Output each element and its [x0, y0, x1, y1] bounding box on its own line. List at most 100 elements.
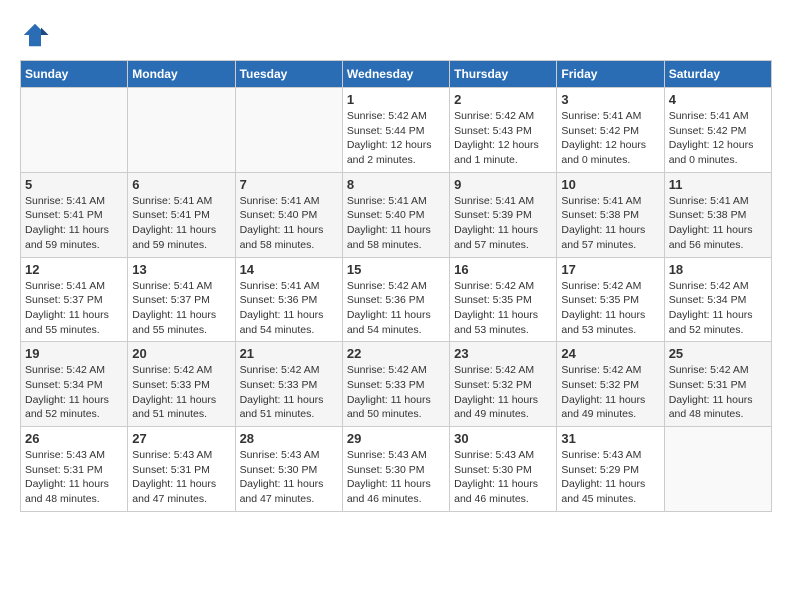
day-number: 24 — [561, 346, 659, 361]
day-number: 14 — [240, 262, 338, 277]
day-number: 23 — [454, 346, 552, 361]
calendar-week-3: 12 Sunrise: 5:41 AMSunset: 5:37 PMDayligh… — [21, 257, 772, 342]
day-number: 6 — [132, 177, 230, 192]
day-number: 26 — [25, 431, 123, 446]
header-sunday: Sunday — [21, 61, 128, 88]
day-number: 16 — [454, 262, 552, 277]
day-info: Sunrise: 5:41 AMSunset: 5:40 PMDaylight:… — [347, 194, 445, 253]
day-info: Sunrise: 5:42 AMSunset: 5:33 PMDaylight:… — [240, 363, 338, 422]
day-number: 13 — [132, 262, 230, 277]
calendar-cell: 15Sunrise: 5:42 AMSunset: 5:36 PMDayligh… — [342, 257, 449, 342]
day-info: Sunrise: 5:43 AMSunset: 5:31 PMDaylight:… — [25, 448, 123, 507]
day-number: 12 — [25, 262, 123, 277]
calendar-cell: 5 Sunrise: 5:41 AMSunset: 5:41 PMDaylight… — [21, 172, 128, 257]
day-info: Sunrise: 5:42 AMSunset: 5:33 PMDaylight:… — [347, 363, 445, 422]
day-info: Sunrise: 5:42 AMSunset: 5:44 PMDaylight:… — [347, 109, 445, 168]
day-info: Sunrise: 5:42 AMSunset: 5:34 PMDaylight:… — [25, 363, 123, 422]
day-number: 31 — [561, 431, 659, 446]
calendar-cell — [21, 88, 128, 173]
calendar-cell — [235, 88, 342, 173]
day-info: Sunrise: 5:43 AMSunset: 5:30 PMDaylight:… — [347, 448, 445, 507]
day-number: 10 — [561, 177, 659, 192]
day-number: 19 — [25, 346, 123, 361]
day-info: Sunrise: 5:42 AMSunset: 5:43 PMDaylight:… — [454, 109, 552, 168]
day-number: 2 — [454, 92, 552, 107]
day-info: Sunrise: 5:41 AMSunset: 5:38 PMDaylight:… — [669, 194, 767, 253]
day-number: 27 — [132, 431, 230, 446]
calendar-header-row: SundayMondayTuesdayWednesdayThursdayFrid… — [21, 61, 772, 88]
calendar-cell: 14 Sunrise: 5:41 AMSunset: 5:36 PMDayligh… — [235, 257, 342, 342]
calendar-table: SundayMondayTuesdayWednesdayThursdayFrid… — [20, 60, 772, 512]
calendar-week-4: 19 Sunrise: 5:42 AMSunset: 5:34 PMDayligh… — [21, 342, 772, 427]
day-number: 18 — [669, 262, 767, 277]
day-info: Sunrise: 5:42 AMSunset: 5:31 PMDaylight:… — [669, 363, 767, 422]
header-saturday: Saturday — [664, 61, 771, 88]
day-number: 4 — [669, 92, 767, 107]
header-thursday: Thursday — [450, 61, 557, 88]
day-info: Sunrise: 5:43 AMSunset: 5:30 PMDaylight:… — [240, 448, 338, 507]
calendar-cell: 29 Sunrise: 5:43 AMSunset: 5:30 PMDayligh… — [342, 427, 449, 512]
day-info: Sunrise: 5:41 AMSunset: 5:38 PMDaylight:… — [561, 194, 659, 253]
logo — [20, 20, 54, 50]
day-number: 20 — [132, 346, 230, 361]
day-info: Sunrise: 5:43 AMSunset: 5:31 PMDaylight:… — [132, 448, 230, 507]
calendar-cell: 2 Sunrise: 5:42 AMSunset: 5:43 PMDaylight… — [450, 88, 557, 173]
calendar-cell: 19 Sunrise: 5:42 AMSunset: 5:34 PMDayligh… — [21, 342, 128, 427]
calendar-cell: 25 Sunrise: 5:42 AMSunset: 5:31 PMDayligh… — [664, 342, 771, 427]
day-info: Sunrise: 5:41 AMSunset: 5:40 PMDaylight:… — [240, 194, 338, 253]
day-info: Sunrise: 5:41 AMSunset: 5:41 PMDaylight:… — [25, 194, 123, 253]
day-number: 7 — [240, 177, 338, 192]
calendar-cell: 21Sunrise: 5:42 AMSunset: 5:33 PMDayligh… — [235, 342, 342, 427]
calendar-week-5: 26 Sunrise: 5:43 AMSunset: 5:31 PMDayligh… — [21, 427, 772, 512]
calendar-week-1: 1 Sunrise: 5:42 AMSunset: 5:44 PMDaylight… — [21, 88, 772, 173]
calendar-cell: 7 Sunrise: 5:41 AMSunset: 5:40 PMDaylight… — [235, 172, 342, 257]
calendar-cell — [128, 88, 235, 173]
calendar-cell — [664, 427, 771, 512]
day-number: 17 — [561, 262, 659, 277]
calendar-cell: 3 Sunrise: 5:41 AMSunset: 5:42 PMDaylight… — [557, 88, 664, 173]
day-info: Sunrise: 5:42 AMSunset: 5:32 PMDaylight:… — [561, 363, 659, 422]
logo-icon — [20, 20, 50, 50]
calendar-cell: 20 Sunrise: 5:42 AMSunset: 5:33 PMDayligh… — [128, 342, 235, 427]
calendar-cell: 18 Sunrise: 5:42 AMSunset: 5:34 PMDayligh… — [664, 257, 771, 342]
day-info: Sunrise: 5:41 AMSunset: 5:37 PMDaylight:… — [25, 279, 123, 338]
calendar-cell: 31Sunrise: 5:43 AMSunset: 5:29 PMDayligh… — [557, 427, 664, 512]
calendar-cell: 4 Sunrise: 5:41 AMSunset: 5:42 PMDaylight… — [664, 88, 771, 173]
day-number: 8 — [347, 177, 445, 192]
day-number: 29 — [347, 431, 445, 446]
day-number: 3 — [561, 92, 659, 107]
calendar-cell: 24 Sunrise: 5:42 AMSunset: 5:32 PMDayligh… — [557, 342, 664, 427]
header-friday: Friday — [557, 61, 664, 88]
calendar-week-2: 5 Sunrise: 5:41 AMSunset: 5:41 PMDaylight… — [21, 172, 772, 257]
calendar-cell: 17Sunrise: 5:42 AMSunset: 5:35 PMDayligh… — [557, 257, 664, 342]
day-number: 1 — [347, 92, 445, 107]
day-number: 25 — [669, 346, 767, 361]
calendar-cell: 26 Sunrise: 5:43 AMSunset: 5:31 PMDayligh… — [21, 427, 128, 512]
calendar-cell: 13 Sunrise: 5:41 AMSunset: 5:37 PMDayligh… — [128, 257, 235, 342]
day-info: Sunrise: 5:42 AMSunset: 5:36 PMDaylight:… — [347, 279, 445, 338]
calendar-cell: 30Sunrise: 5:43 AMSunset: 5:30 PMDayligh… — [450, 427, 557, 512]
day-info: Sunrise: 5:41 AMSunset: 5:42 PMDaylight:… — [669, 109, 767, 168]
day-info: Sunrise: 5:42 AMSunset: 5:33 PMDaylight:… — [132, 363, 230, 422]
header-wednesday: Wednesday — [342, 61, 449, 88]
day-number: 22 — [347, 346, 445, 361]
day-info: Sunrise: 5:41 AMSunset: 5:37 PMDaylight:… — [132, 279, 230, 338]
day-number: 28 — [240, 431, 338, 446]
calendar-cell: 23Sunrise: 5:42 AMSunset: 5:32 PMDayligh… — [450, 342, 557, 427]
calendar-cell: 27 Sunrise: 5:43 AMSunset: 5:31 PMDayligh… — [128, 427, 235, 512]
day-info: Sunrise: 5:42 AMSunset: 5:34 PMDaylight:… — [669, 279, 767, 338]
calendar-cell: 28 Sunrise: 5:43 AMSunset: 5:30 PMDayligh… — [235, 427, 342, 512]
day-number: 11 — [669, 177, 767, 192]
day-info: Sunrise: 5:41 AMSunset: 5:42 PMDaylight:… — [561, 109, 659, 168]
calendar-cell: 12 Sunrise: 5:41 AMSunset: 5:37 PMDayligh… — [21, 257, 128, 342]
calendar-cell: 1 Sunrise: 5:42 AMSunset: 5:44 PMDaylight… — [342, 88, 449, 173]
day-info: Sunrise: 5:41 AMSunset: 5:41 PMDaylight:… — [132, 194, 230, 253]
day-number: 5 — [25, 177, 123, 192]
day-info: Sunrise: 5:42 AMSunset: 5:35 PMDaylight:… — [454, 279, 552, 338]
day-info: Sunrise: 5:43 AMSunset: 5:30 PMDaylight:… — [454, 448, 552, 507]
day-info: Sunrise: 5:41 AMSunset: 5:39 PMDaylight:… — [454, 194, 552, 253]
day-info: Sunrise: 5:41 AMSunset: 5:36 PMDaylight:… — [240, 279, 338, 338]
day-number: 9 — [454, 177, 552, 192]
header-tuesday: Tuesday — [235, 61, 342, 88]
calendar-cell: 10 Sunrise: 5:41 AMSunset: 5:38 PMDayligh… — [557, 172, 664, 257]
